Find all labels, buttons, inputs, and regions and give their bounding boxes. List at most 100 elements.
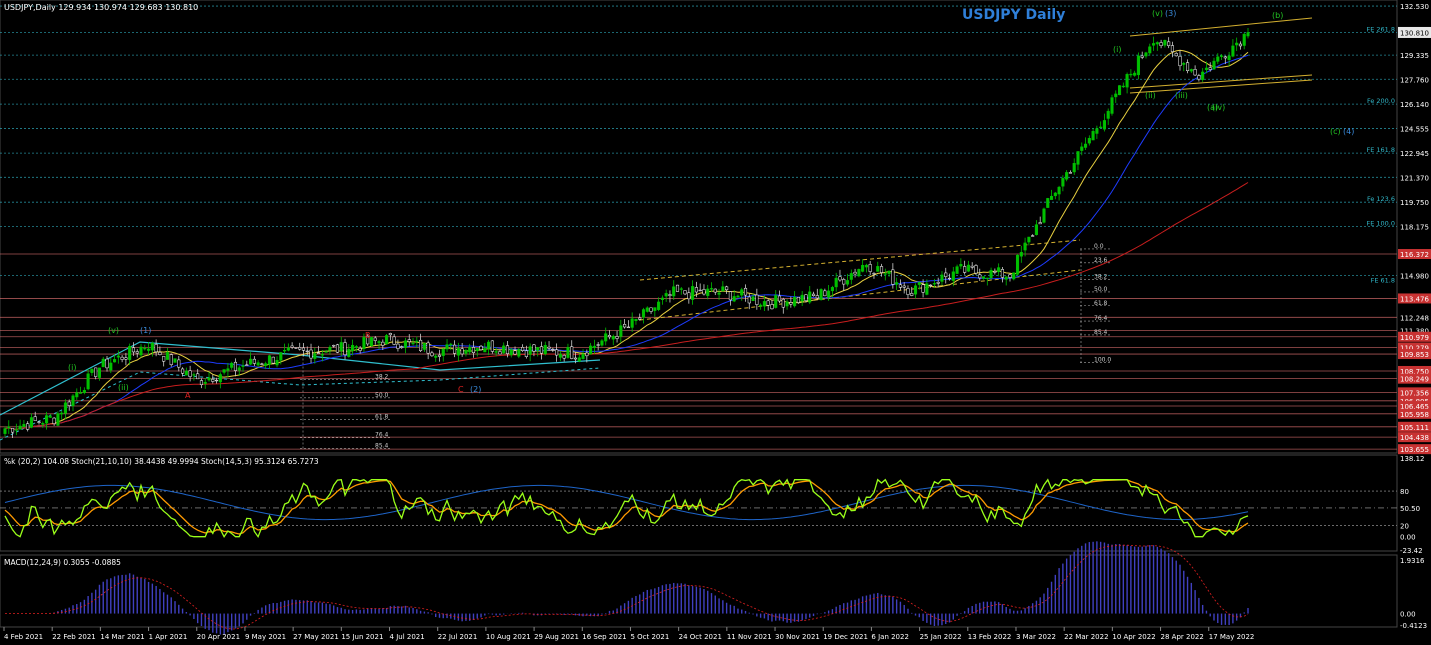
price-tick: 127.760 [1400,76,1429,84]
candle [785,301,789,307]
candle [211,379,215,382]
price-candles [3,28,1250,438]
candle [298,347,302,350]
candle [777,295,782,302]
candle [853,271,857,275]
fib-extension-label: Fe 123.6 [1367,195,1395,203]
candle [1174,53,1178,57]
candle [67,401,71,406]
candle [539,346,544,354]
retracement-label: 50.0 [375,392,389,399]
date-tick-label: 28 Apr 2022 [1161,633,1204,641]
candle [94,367,98,377]
candle [694,287,698,293]
candle [419,339,423,351]
candle [56,413,60,426]
candle [611,336,615,340]
candle [725,286,729,291]
candle [698,289,702,292]
candle [241,365,245,367]
fib-extension-label: Fe 200.0 [1367,97,1395,105]
candle [521,347,525,351]
price-tick: 105.958 [1400,411,1429,419]
candle [252,358,256,364]
candle [347,348,351,357]
candle [604,333,608,342]
macd-tick: 1.9316 [1400,557,1425,565]
candle [906,288,910,295]
price-tick: 113.476 [1400,295,1429,303]
candle [1133,72,1137,76]
price-tick: 103.655 [1400,446,1429,454]
candle [959,264,963,267]
candle [105,358,109,369]
candle [441,348,445,356]
candle [264,363,268,366]
macd-header: MACD(12,24,9) 0.3055 -0.0885 [4,558,121,567]
candle [400,346,404,348]
candle [902,285,906,288]
candle [1189,69,1193,72]
candle [456,347,460,356]
candle [468,346,472,353]
candle [740,289,744,296]
candle [630,318,634,328]
candle [717,292,721,295]
candle [713,288,717,293]
candle [181,368,185,374]
wave-label: (v) [108,326,119,335]
candle [437,354,442,357]
candle [558,353,562,358]
candle [502,345,506,354]
date-tick-label: 3 Mar 2022 [1016,633,1056,641]
stoch-d-line [4,479,1249,535]
candle [494,351,498,353]
candle [313,353,317,359]
wave-label: (1) [140,326,151,335]
candle [596,344,600,346]
candle [422,342,426,350]
candle [1015,254,1020,275]
candle [320,354,324,356]
candle [75,392,79,398]
candle [566,347,570,358]
candle [139,346,143,356]
candle [222,369,226,373]
candle [147,348,151,351]
candle [373,337,377,341]
candle [838,276,842,281]
chart-canvas[interactable]: 132.530 129.335 127.760 126.140 124.555 122.9… [0,0,1431,645]
wave-label: (i) [1113,45,1121,54]
candle [1000,269,1004,278]
date-tick-label: 19 Dec 2021 [823,633,868,641]
price-tick: 121.370 [1400,174,1429,182]
candle [453,344,457,354]
candle [124,357,128,360]
candle [660,297,664,300]
date-tick-label: 14 Mar 2021 [100,633,144,641]
candle [770,304,774,310]
candle [90,368,94,373]
date-tick-label: 22 Feb 2021 [52,633,96,641]
candle [86,373,90,390]
candle [743,287,748,296]
candle [60,412,64,415]
wave-label: (4) [1343,127,1354,136]
candle [970,265,974,268]
candle [570,346,574,359]
candle [626,326,630,329]
stoch-tick: 138.12 [1400,455,1425,463]
candle [11,428,15,433]
candle [895,282,899,285]
candle [551,348,555,351]
candle [1117,85,1122,96]
retracement-label: 76.4 [1094,315,1108,322]
candle [275,360,279,366]
candle [1235,42,1239,46]
candle [649,307,653,312]
candle [562,354,566,359]
candle [1197,75,1201,80]
candle [774,295,778,308]
candle [116,355,120,358]
candle [634,318,638,322]
